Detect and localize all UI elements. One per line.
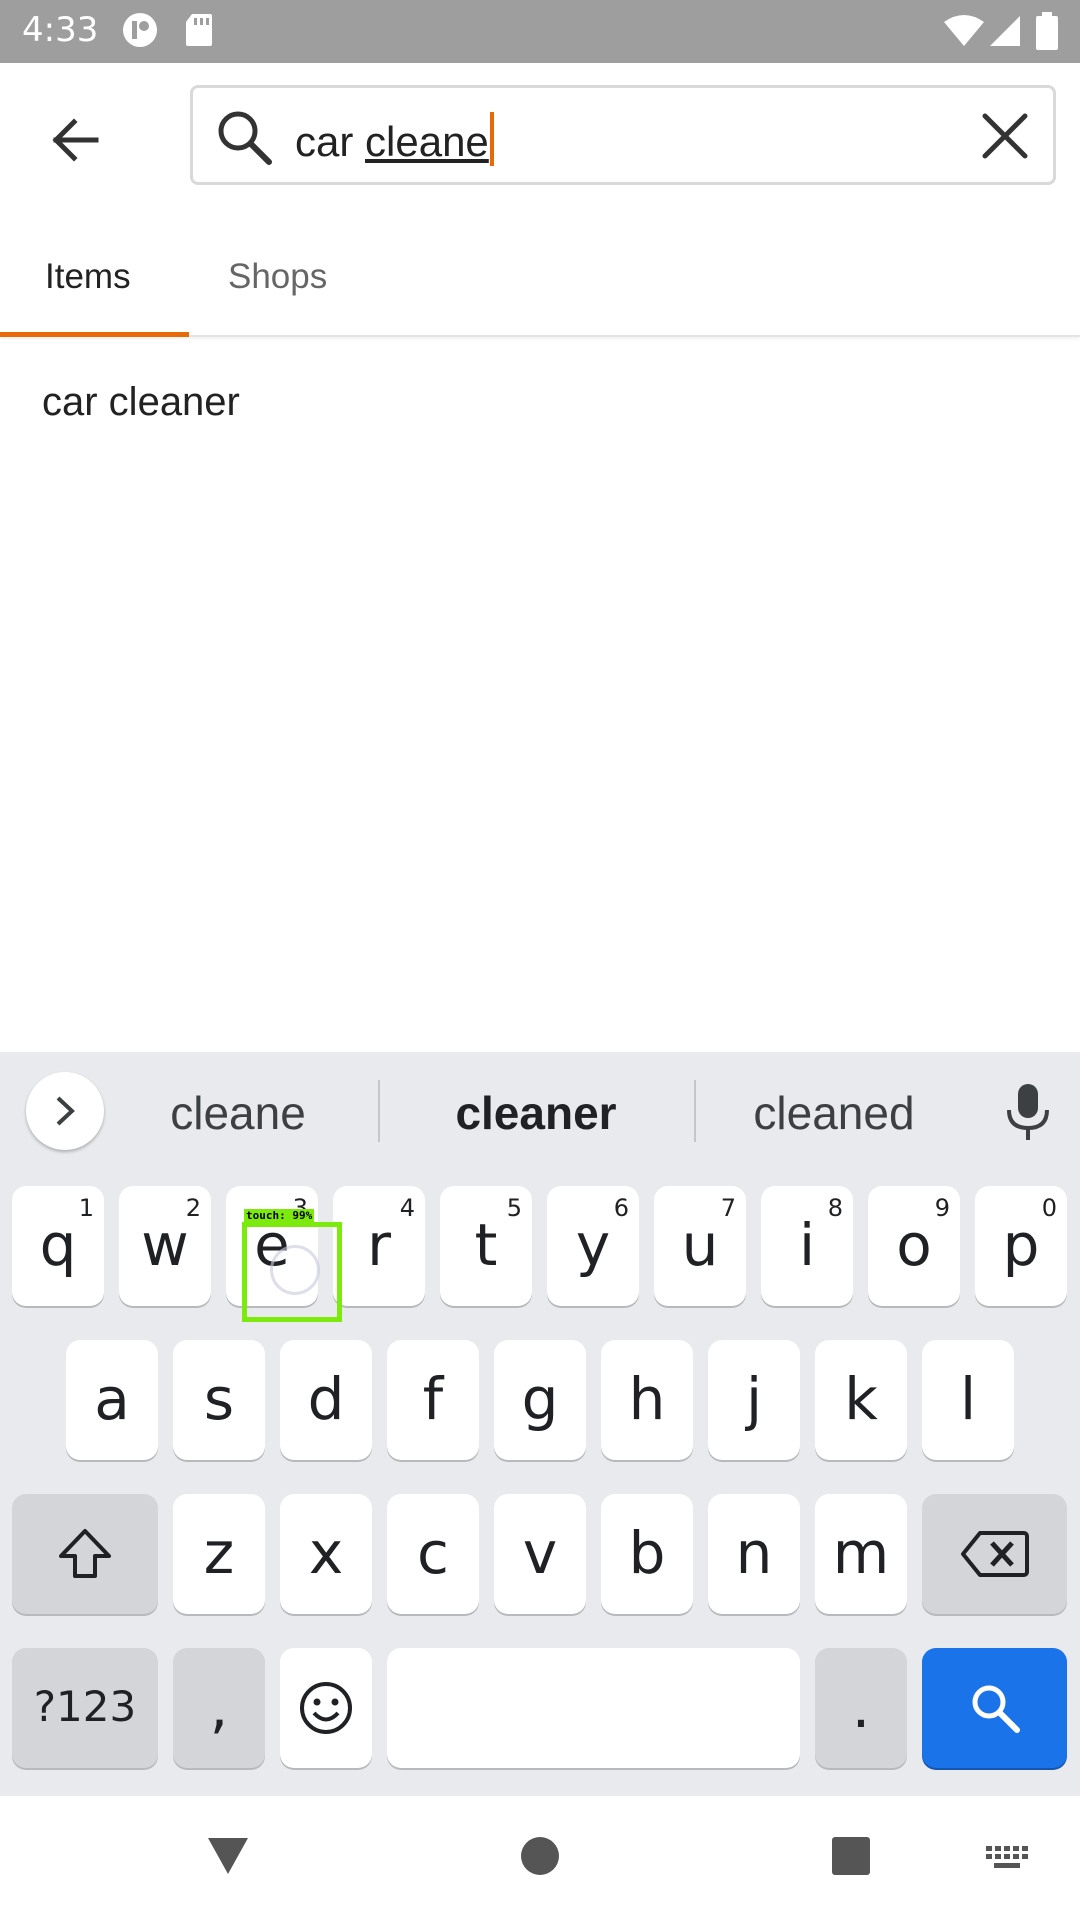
tab-bar: Items Shops	[0, 213, 1080, 337]
expand-suggestions-button[interactable]	[26, 1072, 104, 1150]
search-query-composing: cleane	[365, 118, 489, 165]
circle-home-icon	[521, 1837, 559, 1875]
close-icon	[982, 113, 1028, 159]
key-k[interactable]: k	[815, 1340, 907, 1460]
wifi-icon	[944, 14, 984, 53]
key-d[interactable]: d	[280, 1340, 372, 1460]
key-l[interactable]: l	[922, 1340, 1014, 1460]
key-m[interactable]: m	[815, 1494, 907, 1614]
sd-card-icon	[184, 12, 214, 53]
battery-icon	[1036, 12, 1058, 55]
keyboard-suggestion-bar: cleane cleaner cleaned	[0, 1052, 1080, 1170]
on-screen-keyboard: cleane cleaner cleaned q1 w2 e3 r4 t5 y6…	[0, 1052, 1080, 1796]
symbols-key[interactable]: ?123	[12, 1648, 158, 1768]
key-g[interactable]: g	[494, 1340, 586, 1460]
back-button[interactable]	[40, 105, 110, 175]
backspace-icon	[960, 1531, 1029, 1577]
clear-search-button[interactable]	[979, 110, 1031, 167]
tab-items[interactable]: Items	[45, 257, 131, 297]
cell-signal-icon	[988, 14, 1022, 53]
shift-key[interactable]	[12, 1494, 158, 1614]
back-arrow-icon	[52, 118, 99, 162]
key-t[interactable]: t5	[440, 1186, 532, 1306]
triangle-back-icon	[208, 1838, 248, 1874]
key-j[interactable]: j	[708, 1340, 800, 1460]
search-query-prefix: car	[295, 118, 366, 165]
text-cursor	[489, 112, 494, 166]
emoji-icon	[300, 1682, 352, 1734]
key-a[interactable]: a	[66, 1340, 158, 1460]
key-r[interactable]: r4	[333, 1186, 425, 1306]
status-bar: 4:33	[0, 0, 1080, 63]
tab-indicator	[0, 332, 189, 337]
space-key[interactable]	[387, 1648, 800, 1768]
search-action-key[interactable]	[922, 1648, 1067, 1768]
search-icon	[972, 1685, 1020, 1733]
search-input[interactable]: car cleane	[190, 85, 1056, 185]
key-w[interactable]: w2	[119, 1186, 211, 1306]
shift-icon	[59, 1529, 111, 1578]
key-s[interactable]: s	[173, 1340, 265, 1460]
suggestion-divider	[378, 1080, 380, 1142]
key-b[interactable]: b	[601, 1494, 693, 1614]
tab-shops[interactable]: Shops	[228, 257, 327, 297]
chevron-right-icon	[56, 1096, 75, 1126]
key-z[interactable]: z	[173, 1494, 265, 1614]
key-o[interactable]: o9	[868, 1186, 960, 1306]
keyboard-icon	[986, 1846, 1028, 1868]
notification-icon	[122, 12, 158, 53]
period-key[interactable]: .	[815, 1648, 907, 1768]
key-u[interactable]: u7	[654, 1186, 746, 1306]
microphone-icon[interactable]	[1003, 1082, 1053, 1147]
key-i[interactable]: i8	[761, 1186, 853, 1306]
navigation-bar	[0, 1796, 1080, 1920]
touch-label: touch: 99%	[244, 1209, 315, 1222]
comma-key[interactable]: ,	[173, 1648, 265, 1768]
keyboard-switch-button[interactable]	[986, 1846, 1030, 1879]
key-h[interactable]: h	[601, 1340, 693, 1460]
emoji-key[interactable]	[280, 1648, 372, 1768]
keyboard-suggestion-1[interactable]: cleane	[98, 1086, 378, 1140]
status-time: 4:33	[22, 10, 99, 50]
touch-highlight-box	[242, 1222, 342, 1322]
home-nav-button[interactable]	[520, 1836, 560, 1881]
search-suggestion-item[interactable]: car cleaner	[42, 380, 240, 425]
key-n[interactable]: n	[708, 1494, 800, 1614]
recents-nav-button[interactable]	[831, 1836, 871, 1881]
app-bar: car cleane	[0, 63, 1080, 213]
backspace-key[interactable]	[922, 1494, 1067, 1614]
key-c[interactable]: c	[387, 1494, 479, 1614]
key-p[interactable]: p0	[975, 1186, 1067, 1306]
key-v[interactable]: v	[494, 1494, 586, 1614]
square-recents-icon	[832, 1837, 870, 1875]
keyboard-suggestion-3[interactable]: cleaned	[694, 1086, 974, 1140]
key-x[interactable]: x	[280, 1494, 372, 1614]
key-q[interactable]: q1	[12, 1186, 104, 1306]
key-f[interactable]: f	[387, 1340, 479, 1460]
back-nav-button[interactable]	[206, 1836, 250, 1881]
key-y[interactable]: y6	[547, 1186, 639, 1306]
search-query: car cleane	[295, 112, 494, 166]
search-icon	[215, 108, 273, 171]
keyboard-suggestion-2[interactable]: cleaner	[396, 1086, 676, 1140]
